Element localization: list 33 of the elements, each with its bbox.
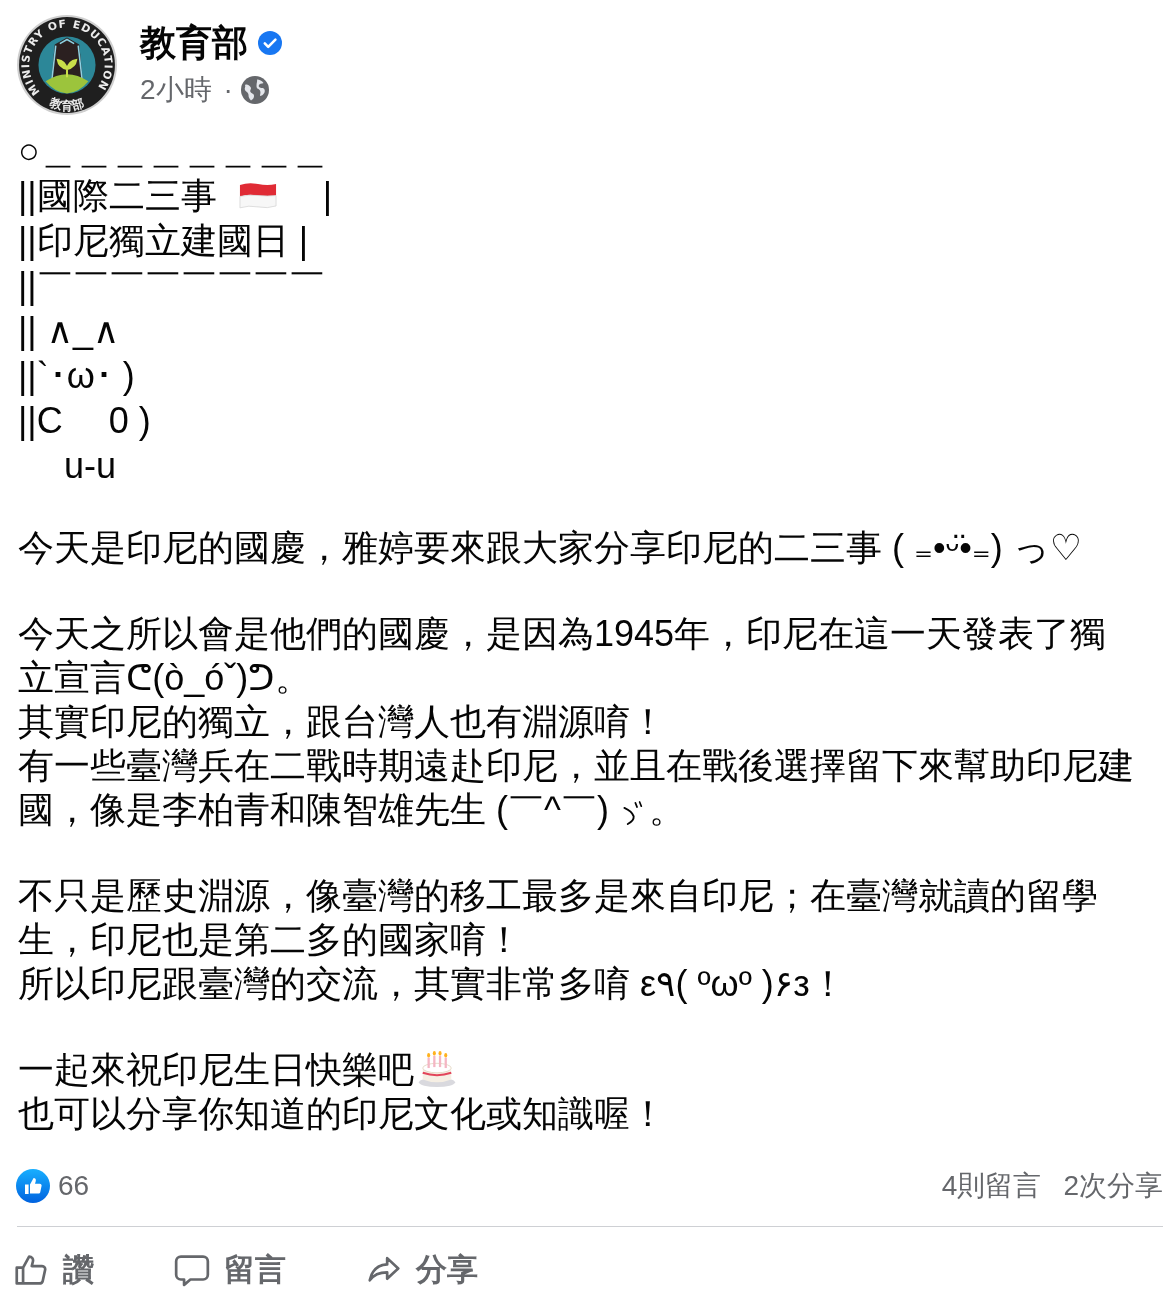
share-count-link[interactable]: 2次分享 [1063,1168,1163,1204]
ascii-art-line: u-u [63,444,117,488]
post-text: 有一些臺灣兵在二戰時期遠赴印尼，並且在戰後選擇留下來幫助印尼建 [18,745,1134,786]
post-text: 也可以分享你知道的印尼文化或知識喔！ [18,1093,666,1134]
globe-icon [240,76,269,104]
separator-dot: · [223,73,233,107]
like-reaction-icon[interactable] [16,1169,50,1203]
ascii-art-line: || ∧_∧ [18,309,120,353]
post-text: 所以印尼跟臺灣的交流，其實非常多唷 ε٩( ºωº )۶з！ [18,963,846,1004]
post-text: 不只是歷史淵源，像臺灣的移工最多是來自印尼；在臺灣就讀的留學生，印尼也是第二多的國家唷！ [18,875,1098,960]
share-button[interactable]: 分享 [365,1248,478,1292]
like-button[interactable]: 讚 [12,1248,94,1292]
ascii-art-line: | [322,174,333,218]
cake-icon [418,1050,456,1088]
post-text: 今天是印尼的國慶，雅婷要來跟大家分享印尼的二三事 ( ₌•ᵕ̈•₌) っ♡ [18,527,1083,568]
ascii-art-line: ○＿＿＿＿＿＿＿＿ [18,129,328,173]
reaction-count[interactable]: 66 [58,1168,90,1204]
ascii-art-line: ||印尼獨立建國日 | [18,219,309,263]
post-text: 一起來祝印尼生日快樂吧 [18,1049,414,1090]
post-text: 其實印尼的獨立，跟台灣人也有淵源唷！ [18,701,666,742]
ascii-art-line: ||C 0 ) [18,399,151,443]
ascii-art-line: ||國際二三事 [18,174,217,218]
post-text: 今天之所以會是他們的國慶，是因為1945年，印尼在這一天發表了獨立宣言ᕦ(ò_óˇ)ᕤ。 [18,613,1107,698]
post-text: 。 [648,789,685,830]
comment-count-link[interactable]: 4則留言 [941,1168,1042,1204]
post-text: 國，像是李柏青和陳智雄先生 (￣^￣) [18,789,609,830]
ascii-art-line: ||￣￣￣￣￣￣￣￣ [18,264,325,308]
page-name[interactable]: 教育部 [140,18,248,68]
comment-button[interactable]: 留言 [173,1248,286,1292]
emblem-text: 教育部 [48,95,86,113]
post-time[interactable]: 2小時 [140,70,212,110]
ascii-art-line: ||`･ω･ ) [18,354,135,398]
flag-icon [238,182,277,209]
